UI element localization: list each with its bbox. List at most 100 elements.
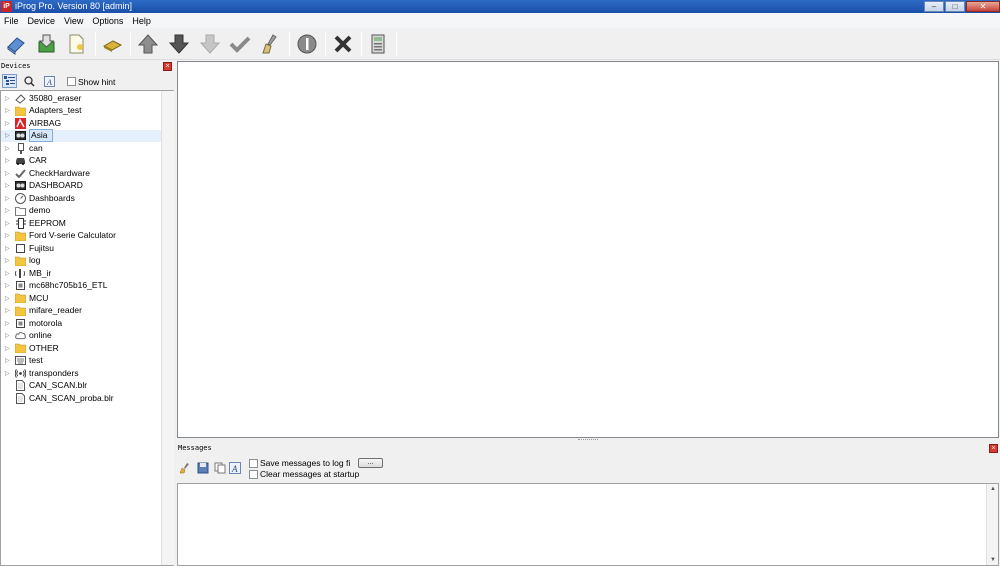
- save-log-checkbox[interactable]: [249, 459, 258, 468]
- tree-item-label: 35080_eraser: [29, 92, 82, 103]
- folder-outline-icon: [15, 205, 26, 216]
- browse-log-button[interactable]: ...: [358, 458, 383, 468]
- expand-icon[interactable]: ▷: [5, 195, 13, 202]
- tree-scrollbar[interactable]: [161, 91, 174, 565]
- open-file-icon[interactable]: [64, 32, 88, 56]
- tree-item[interactable]: ▷ Adapters_test: [1, 105, 161, 118]
- arrow-down-icon[interactable]: [167, 32, 191, 56]
- expand-icon[interactable]: ▷: [5, 320, 13, 327]
- tree-item[interactable]: ▷ CAR: [1, 155, 161, 168]
- broom-icon[interactable]: [179, 462, 191, 474]
- chip-icon[interactable]: [100, 32, 124, 56]
- chip-outline-icon: [15, 243, 26, 254]
- title-bar: iP iProg Pro. Version 80 [admin] – □ ✕: [0, 0, 1000, 13]
- expand-icon[interactable]: ▷: [5, 282, 13, 289]
- close-button[interactable]: ✕: [966, 1, 1000, 12]
- menu-view[interactable]: View: [64, 16, 83, 26]
- svg-text:A: A: [231, 464, 238, 474]
- tree-item[interactable]: ▷ 35080_eraser: [1, 92, 161, 105]
- tree-item[interactable]: ▷ MCU: [1, 292, 161, 305]
- clear-startup-checkbox[interactable]: [249, 470, 258, 479]
- save-icon[interactable]: [34, 32, 58, 56]
- tree-item[interactable]: ▷ test: [1, 355, 161, 368]
- minimize-button[interactable]: –: [924, 1, 944, 12]
- save-log-icon[interactable]: [197, 462, 209, 474]
- tree-item[interactable]: ▷ MB_ir: [1, 267, 161, 280]
- menu-device[interactable]: Device: [28, 16, 56, 26]
- brush-icon[interactable]: [258, 32, 282, 56]
- tree-item[interactable]: ▷ EEPROM: [1, 217, 161, 230]
- maximize-button[interactable]: □: [945, 1, 965, 12]
- tree-view-icon[interactable]: [2, 74, 17, 88]
- tree-item[interactable]: ▷ mifare_reader: [1, 305, 161, 318]
- copy-icon[interactable]: [214, 462, 226, 474]
- tree-item-label: Asia: [29, 129, 53, 143]
- tree-item[interactable]: ▷ OTHER: [1, 342, 161, 355]
- tree-item[interactable]: ▷ demo: [1, 205, 161, 218]
- expand-icon[interactable]: ▷: [5, 95, 13, 102]
- tree-item[interactable]: ▷ can: [1, 142, 161, 155]
- radio-icon: [15, 368, 26, 379]
- expand-icon[interactable]: ▷: [5, 107, 13, 114]
- tree-item[interactable]: ▷ Fujitsu: [1, 242, 161, 255]
- info-icon[interactable]: [295, 32, 319, 56]
- tree-item-label: AIRBAG: [29, 117, 62, 128]
- tree-item[interactable]: ▷ AIRBAG: [1, 117, 161, 130]
- font-icon[interactable]: A: [42, 74, 57, 88]
- expand-icon[interactable]: ▷: [5, 170, 13, 177]
- expand-icon[interactable]: ▷: [5, 120, 13, 127]
- arrow-down-disabled-icon[interactable]: [198, 32, 222, 56]
- stop-icon[interactable]: [331, 32, 355, 56]
- tree-item-label: online: [29, 330, 52, 341]
- search-icon[interactable]: [22, 74, 37, 88]
- tree-item[interactable]: ▷ CheckHardware: [1, 167, 161, 180]
- messages-log[interactable]: ▲ ▼: [177, 483, 999, 566]
- tree-item-label: motorola: [29, 317, 63, 328]
- tree-item[interactable]: ▷ motorola: [1, 317, 161, 330]
- messages-close-icon[interactable]: ×: [989, 444, 998, 453]
- expand-icon[interactable]: ▷: [5, 307, 13, 314]
- check-icon[interactable]: [228, 32, 252, 56]
- tree-item[interactable]: ▷ transponders: [1, 367, 161, 380]
- expand-icon[interactable]: ▷: [5, 295, 13, 302]
- menu-options[interactable]: Options: [92, 16, 123, 26]
- expand-icon[interactable]: ▷: [5, 182, 13, 189]
- expand-icon[interactable]: ▷: [5, 357, 13, 364]
- messages-scrollbar[interactable]: ▲ ▼: [986, 484, 998, 565]
- expand-icon[interactable]: ▷: [5, 345, 13, 352]
- expand-icon[interactable]: ▷: [5, 332, 13, 339]
- expand-icon[interactable]: ▷: [5, 145, 13, 152]
- tree-item[interactable]: ▷ DASHBOARD: [1, 180, 161, 193]
- expand-icon[interactable]: ▷: [5, 270, 13, 277]
- expand-icon[interactable]: ▷: [5, 132, 13, 139]
- expand-icon[interactable]: ▷: [5, 220, 13, 227]
- expand-icon[interactable]: ▷: [5, 207, 13, 214]
- read-icon[interactable]: [4, 32, 28, 56]
- tree-item[interactable]: ▷ mc68hc705b16_ETL: [1, 280, 161, 293]
- expand-icon[interactable]: ▷: [5, 232, 13, 239]
- menu-help[interactable]: Help: [132, 16, 151, 26]
- show-hint-checkbox[interactable]: [67, 77, 76, 86]
- check-icon: [15, 168, 26, 179]
- calculator-icon[interactable]: [366, 32, 390, 56]
- tree-item[interactable]: ▷ Asia: [1, 129, 161, 143]
- tree-item[interactable]: ▷ Dashboards: [1, 192, 161, 205]
- expand-icon[interactable]: ▷: [5, 370, 13, 377]
- airbag-icon: [15, 117, 26, 129]
- devices-close-icon[interactable]: ×: [163, 62, 172, 71]
- tree-item[interactable]: ▷ Ford V-serie Calculator: [1, 230, 161, 243]
- font-icon[interactable]: A: [229, 462, 241, 474]
- arrow-up-icon[interactable]: [136, 32, 160, 56]
- tree-item[interactable]: ▷ online: [1, 330, 161, 343]
- menu-file[interactable]: File: [4, 16, 19, 26]
- tree-item[interactable]: ▷ log: [1, 255, 161, 268]
- expand-icon[interactable]: ▷: [5, 245, 13, 252]
- menu-bar: File Device View Options Help: [0, 13, 1000, 28]
- tree-item[interactable]: CAN_SCAN.blr: [1, 380, 161, 393]
- expand-icon[interactable]: ▷: [5, 257, 13, 264]
- cloud-icon: [15, 330, 26, 341]
- tree-item[interactable]: CAN_SCAN_proba.blr: [1, 392, 161, 405]
- main-workspace[interactable]: [177, 61, 999, 438]
- expand-icon[interactable]: ▷: [5, 157, 13, 164]
- tree-item-label: demo: [29, 205, 51, 216]
